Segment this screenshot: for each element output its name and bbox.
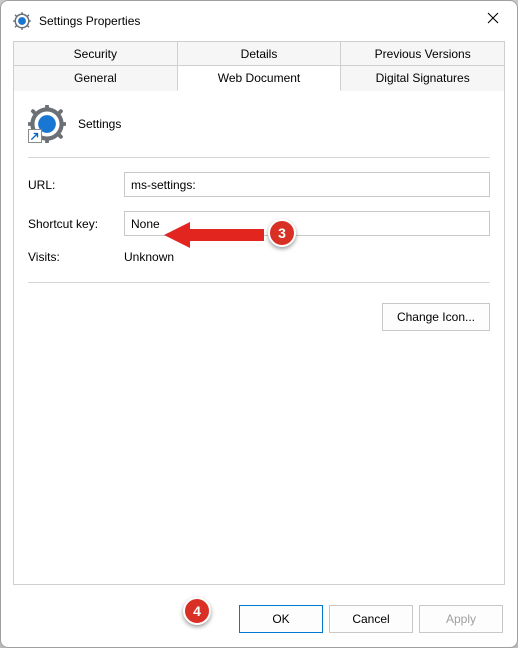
close-button[interactable] [473,3,513,33]
tab-general[interactable]: General [13,65,178,91]
divider [28,157,490,158]
settings-gear-icon [13,12,31,30]
tab-previous-versions[interactable]: Previous Versions [340,41,505,66]
visits-value: Unknown [124,250,490,264]
shortcut-key-input[interactable] [124,211,490,236]
shortcut-key-label: Shortcut key: [28,217,124,231]
tab-panel: Settings URL: Shortcut key: Visits: Unkn… [13,90,505,585]
url-label: URL: [28,178,124,192]
settings-gear-icon [28,105,66,143]
change-icon-row: Change Icon... [28,303,490,331]
form-grid: URL: Shortcut key: Visits: Unknown [28,172,490,264]
apply-button[interactable]: Apply [419,605,503,633]
item-name: Settings [78,117,121,131]
dialog-footer: OK Cancel Apply [1,595,517,647]
cancel-button[interactable]: Cancel [329,605,413,633]
window-title: Settings Properties [39,14,473,28]
item-header: Settings [28,105,490,143]
change-icon-button[interactable]: Change Icon... [382,303,490,331]
url-input[interactable] [124,172,490,197]
divider [28,282,490,283]
tabs-row-back: Security Details Previous Versions [13,41,505,66]
titlebar: Settings Properties [1,1,517,37]
tabs-row-front: General Web Document Digital Signatures [13,65,505,91]
content-area: Security Details Previous Versions Gener… [1,37,517,595]
ok-button[interactable]: OK [239,605,323,633]
close-icon [487,12,499,24]
tab-web-document[interactable]: Web Document [177,65,342,91]
visits-label: Visits: [28,250,124,264]
shortcut-overlay-icon [28,129,42,143]
tab-security[interactable]: Security [13,41,178,66]
tab-details[interactable]: Details [177,41,342,66]
tab-digital-signatures[interactable]: Digital Signatures [340,65,505,91]
properties-window: Settings Properties Security Details Pre… [0,0,518,648]
